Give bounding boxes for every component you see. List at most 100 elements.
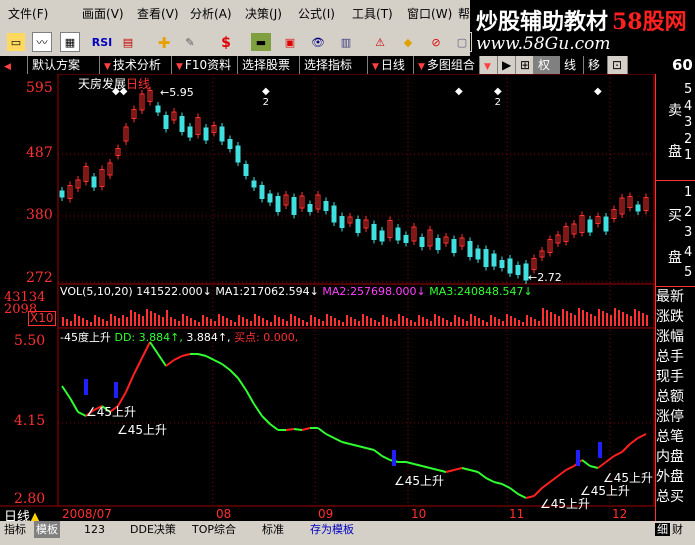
report-icon[interactable]: ▤ bbox=[118, 32, 138, 52]
logo-brand: 58股网 bbox=[612, 9, 687, 35]
tab-daily[interactable]: ▼ 日线 bbox=[368, 56, 414, 74]
volume-bar bbox=[422, 317, 424, 326]
menu-formula[interactable]: 公式(I) bbox=[298, 0, 335, 28]
menu-help[interactable]: 帮 bbox=[458, 0, 470, 28]
volume-bar bbox=[370, 318, 372, 326]
book-divider bbox=[656, 180, 695, 181]
diamond-icon[interactable]: ◆ bbox=[398, 32, 418, 52]
volume-bar bbox=[294, 316, 296, 326]
tab-select-indicator[interactable]: 选择指标 bbox=[300, 56, 368, 74]
tab-more[interactable]: ▼ bbox=[480, 56, 498, 74]
candle-body bbox=[419, 237, 425, 247]
volume-bar bbox=[406, 318, 408, 326]
volume-bar bbox=[538, 321, 540, 326]
candle-body bbox=[371, 224, 377, 240]
date-label-3: 10 bbox=[411, 507, 427, 521]
tab-f10[interactable]: ▼ F10资料 bbox=[172, 56, 238, 74]
candle-body bbox=[307, 204, 313, 212]
volume-bar bbox=[154, 313, 156, 326]
volume-bar bbox=[498, 319, 500, 326]
monitor-icon[interactable]: ▥ bbox=[336, 32, 356, 52]
indicator-segment bbox=[517, 493, 527, 499]
dollar-icon[interactable]: $ bbox=[216, 32, 236, 52]
ruler-icon[interactable]: ✎ bbox=[180, 32, 200, 52]
indicator-segment bbox=[477, 471, 487, 479]
folder-icon[interactable]: ▭ bbox=[6, 32, 26, 52]
volume-bar bbox=[458, 317, 460, 326]
tab-finance[interactable]: 财 bbox=[670, 523, 685, 536]
news-icon[interactable]: ▣ bbox=[280, 32, 300, 52]
binoculars-icon[interactable]: 👁 bbox=[308, 32, 328, 52]
volume-bar bbox=[518, 320, 520, 326]
rsi-icon[interactable]: RSI bbox=[90, 32, 114, 52]
indicator-segment bbox=[453, 467, 463, 471]
indicator-segment bbox=[557, 469, 567, 477]
alert-icon[interactable]: ⚠ bbox=[370, 32, 390, 52]
btab-indicator[interactable]: 指标 bbox=[4, 521, 26, 538]
info-marker-3: ◆ 2 bbox=[494, 86, 502, 108]
volume-bar bbox=[146, 309, 148, 326]
tab-line[interactable]: 线 bbox=[560, 56, 584, 74]
candle-body bbox=[331, 205, 337, 223]
volume-bar bbox=[550, 312, 552, 326]
volume-bar bbox=[218, 314, 220, 326]
tab-detail[interactable]: 细 bbox=[655, 523, 670, 536]
candle-body bbox=[395, 227, 401, 241]
panel-tabs: 细财 bbox=[655, 521, 695, 538]
indicator-segment bbox=[197, 353, 207, 357]
menu-window[interactable]: 窗口(W) bbox=[407, 0, 452, 28]
btab-template[interactable]: 模板 bbox=[34, 521, 60, 538]
volume-bar bbox=[382, 315, 384, 326]
chart-icon[interactable]: 〰 bbox=[32, 32, 52, 52]
menu-view[interactable]: 查看(V) bbox=[137, 0, 179, 28]
volume-bar bbox=[430, 321, 432, 326]
menu-analysis[interactable]: 分析(A) bbox=[190, 0, 232, 28]
btab-dde[interactable]: DDE决策 bbox=[130, 521, 176, 538]
play-icon[interactable]: ▶ bbox=[498, 56, 516, 74]
layout-icon[interactable]: ⊡ bbox=[608, 56, 628, 74]
menu-screen[interactable]: 画面(V) bbox=[82, 0, 124, 28]
btab-123[interactable]: 123 bbox=[84, 521, 105, 538]
volume-bar bbox=[226, 318, 228, 326]
tab-technical-analysis[interactable]: ▼ 技术分析 bbox=[100, 56, 172, 74]
stats-list: 最新 涨跌 涨幅 总手 现手 总额 涨停 总笔 内盘 外盘 总买 bbox=[656, 289, 684, 505]
tab-default-scheme[interactable]: 默认方案 bbox=[28, 56, 100, 74]
candle-body bbox=[163, 115, 169, 129]
tab-multi-chart[interactable]: ▼ 多图组合 bbox=[414, 56, 480, 74]
volume-bar bbox=[494, 317, 496, 326]
table-icon[interactable]: ▦ bbox=[60, 32, 80, 52]
volume-bar bbox=[206, 317, 208, 326]
crosshair-icon[interactable]: ✚ bbox=[154, 32, 174, 52]
menu-decision[interactable]: 决策(J) bbox=[245, 0, 282, 28]
tab-select-stock[interactable]: 选择股票 bbox=[238, 56, 300, 74]
tab-rights[interactable]: 权 bbox=[534, 56, 560, 74]
btab-standard[interactable]: 标准 bbox=[262, 521, 284, 538]
bottom-tab-bar: 指标 模板 123 DDE决策 TOP综合 标准 存为模板 bbox=[0, 521, 655, 538]
tab-move[interactable]: 移 bbox=[584, 56, 608, 74]
no-icon[interactable]: ⊘ bbox=[426, 32, 446, 52]
indicator-segment bbox=[541, 481, 551, 489]
indicator-segment bbox=[581, 459, 591, 467]
volume-bar bbox=[170, 317, 172, 326]
vol-axis-unit: X10 bbox=[28, 311, 56, 326]
tab-scroll-left[interactable]: ◀ bbox=[0, 56, 28, 74]
window-icon[interactable]: ▢ bbox=[452, 32, 472, 52]
volume-bar bbox=[474, 316, 476, 326]
grid-icon[interactable]: ⊞ bbox=[516, 56, 534, 74]
indicator-segment bbox=[549, 475, 559, 483]
cash-icon[interactable]: ▬ bbox=[250, 32, 272, 52]
btab-save-template[interactable]: 存为模板 bbox=[310, 521, 354, 538]
volume-bar bbox=[646, 315, 648, 326]
candle-body bbox=[235, 145, 241, 163]
price-label-top: 595 bbox=[26, 80, 53, 96]
signal-label-1: ∠45上升 bbox=[86, 405, 137, 419]
candle-body bbox=[475, 248, 481, 260]
btab-top[interactable]: TOP综合 bbox=[192, 521, 236, 538]
menu-file[interactable]: 文件(F) bbox=[8, 0, 48, 28]
status-bar bbox=[0, 538, 695, 545]
price-label-3: 380 bbox=[26, 207, 53, 223]
volume-bar bbox=[138, 314, 140, 326]
indicator-segment bbox=[165, 359, 175, 367]
indicator-segment bbox=[621, 443, 631, 453]
menu-tools[interactable]: 工具(T) bbox=[352, 0, 393, 28]
